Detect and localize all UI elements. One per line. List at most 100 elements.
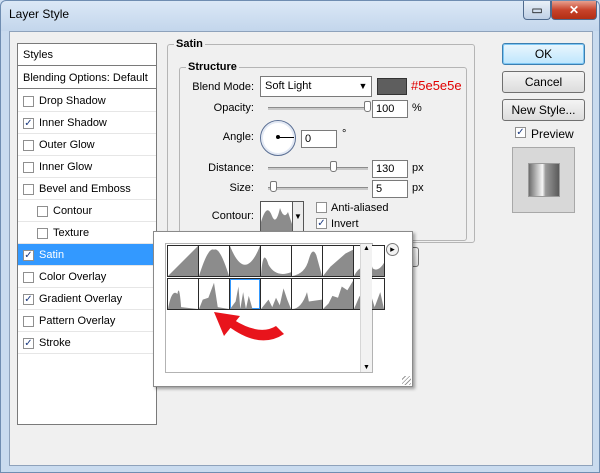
angle-input[interactable]: 0	[301, 130, 337, 148]
annotation-arrow	[214, 312, 284, 341]
distance-unit: px	[412, 162, 424, 174]
window-title: Layer Style	[9, 7, 70, 21]
angle-value: 0	[305, 133, 312, 145]
satin-group-title: Satin	[176, 38, 203, 50]
style-row-drop-shadow[interactable]: Drop Shadow	[18, 90, 156, 112]
preview-checkbox[interactable]: ✓	[515, 127, 526, 138]
contour-preset-icon	[323, 249, 353, 276]
style-checkbox[interactable]	[23, 272, 34, 283]
contour-preset-icon	[230, 246, 260, 276]
contour-preset[interactable]	[229, 245, 261, 277]
ok-button[interactable]: OK	[502, 43, 585, 65]
style-row-bevel-and-emboss[interactable]: Bevel and Emboss	[18, 178, 156, 200]
angle-dial[interactable]	[260, 120, 296, 156]
blend-mode-value: Soft Light	[265, 80, 312, 92]
style-checkbox[interactable]	[37, 206, 48, 217]
invert-label: Invert	[331, 218, 359, 230]
contour-preset[interactable]	[260, 245, 292, 277]
style-row-gradient-overlay[interactable]: ✓ Gradient Overlay	[18, 288, 156, 310]
style-label: Bevel and Emboss	[39, 183, 131, 195]
style-label: Texture	[53, 227, 90, 239]
blending-options-row[interactable]: Blending Options: Default	[18, 67, 156, 89]
contour-preset[interactable]	[291, 245, 323, 277]
style-checkbox[interactable]: ✓	[23, 250, 34, 261]
close-button[interactable]: ✕	[551, 1, 597, 20]
blending-options-label: Blending Options: Default	[23, 72, 148, 84]
distance-slider-track[interactable]	[268, 167, 368, 170]
contour-preset-icon	[292, 292, 322, 309]
opacity-slider-thumb[interactable]	[364, 101, 371, 112]
style-label: Inner Glow	[39, 161, 93, 173]
size-slider-thumb[interactable]	[269, 181, 277, 192]
style-row-stroke[interactable]: ✓ Stroke	[18, 332, 156, 354]
angle-dial-center	[276, 135, 280, 139]
blend-mode-select[interactable]: Soft Light ▼	[260, 76, 372, 97]
styles-header[interactable]: Styles	[18, 44, 156, 66]
anti-aliased-checkbox[interactable]	[316, 202, 327, 213]
size-slider-track[interactable]	[268, 187, 368, 190]
opacity-input[interactable]: 100	[372, 100, 408, 118]
style-checkbox[interactable]	[23, 316, 34, 327]
preset-menu-button[interactable]: ▸	[386, 243, 399, 256]
size-value: 5	[376, 183, 383, 195]
opacity-unit: %	[412, 102, 422, 114]
preview-swatch	[528, 163, 560, 197]
contour-preset[interactable]	[167, 278, 199, 310]
satin-color-swatch[interactable]	[377, 78, 407, 95]
style-row-outer-glow[interactable]: Outer Glow	[18, 134, 156, 156]
style-checkbox[interactable]	[23, 96, 34, 107]
preset-scrollbar[interactable]: ▲ ▼	[360, 244, 372, 372]
style-checkbox[interactable]	[37, 228, 48, 239]
contour-preset[interactable]	[291, 278, 323, 310]
close-icon: ✕	[568, 3, 580, 17]
structure-title: Structure	[188, 61, 237, 73]
minimize-icon: ▭	[531, 3, 543, 17]
contour-picker[interactable]: ▼	[260, 201, 304, 233]
scroll-down-icon[interactable]: ▼	[363, 364, 370, 371]
contour-preset-icon	[168, 290, 198, 309]
contour-preset[interactable]	[198, 245, 230, 277]
contour-preset[interactable]	[167, 245, 199, 277]
size-input[interactable]: 5	[372, 180, 408, 198]
invert-checkbox[interactable]: ✓	[316, 218, 327, 229]
chevron-down-icon: ▼	[358, 81, 368, 91]
size-unit: px	[412, 182, 424, 194]
style-row-inner-glow[interactable]: Inner Glow	[18, 156, 156, 178]
style-row-satin[interactable]: ✓ Satin	[18, 244, 156, 266]
resize-grip-icon[interactable]	[402, 376, 411, 385]
style-label: Gradient Overlay	[39, 293, 123, 305]
preview-label: Preview	[531, 127, 574, 141]
contour-preset-icon	[168, 246, 198, 276]
color-annotation: #5e5e5e	[411, 78, 462, 93]
distance-input[interactable]: 130	[372, 160, 408, 178]
style-row-pattern-overlay[interactable]: Pattern Overlay	[18, 310, 156, 332]
contour-dropdown-icon[interactable]: ▼	[292, 202, 303, 232]
style-checkbox[interactable]: ✓	[23, 338, 34, 349]
styles-panel: Styles Blending Options: Default Drop Sh…	[17, 43, 157, 425]
distance-slider-thumb[interactable]	[330, 161, 338, 172]
anti-aliased-label: Anti-aliased	[331, 202, 389, 214]
style-preview-box	[512, 147, 575, 213]
new-style-button[interactable]: New Style...	[502, 99, 585, 121]
style-row-inner-shadow[interactable]: ✓ Inner Shadow	[18, 112, 156, 134]
minimize-button[interactable]: ▭	[523, 1, 551, 20]
style-row-contour[interactable]: Contour	[18, 200, 156, 222]
flyout-arrow-icon: ▸	[390, 244, 395, 254]
angle-dial-needle	[278, 137, 294, 138]
contour-preset[interactable]	[322, 278, 354, 310]
style-checkbox[interactable]	[23, 140, 34, 151]
scroll-up-icon[interactable]: ▲	[363, 245, 370, 252]
contour-label: Contour:	[211, 210, 254, 222]
cancel-button[interactable]: Cancel	[502, 71, 585, 93]
style-checkbox[interactable]	[23, 184, 34, 195]
contour-preset-icon	[199, 249, 229, 276]
style-checkbox[interactable]: ✓	[23, 118, 34, 129]
style-label: Stroke	[39, 337, 71, 349]
new-style-label: New Style...	[511, 103, 576, 117]
style-checkbox[interactable]	[23, 162, 34, 173]
style-checkbox[interactable]: ✓	[23, 294, 34, 305]
style-row-texture[interactable]: Texture	[18, 222, 156, 244]
opacity-slider-track[interactable]	[268, 107, 368, 110]
contour-preset[interactable]	[322, 245, 354, 277]
style-row-color-overlay[interactable]: Color Overlay	[18, 266, 156, 288]
